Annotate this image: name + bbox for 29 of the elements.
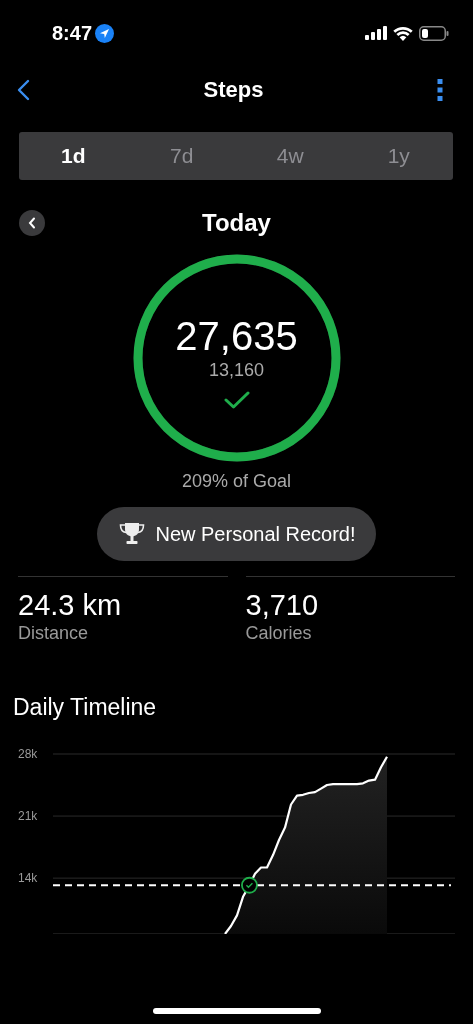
status-time: 8:47 bbox=[52, 21, 93, 45]
screen-title: Steps bbox=[203, 77, 264, 103]
stat-value: 3,710 bbox=[245, 589, 320, 621]
step-goal: 13,160 bbox=[208, 359, 265, 381]
wifi-icon bbox=[393, 25, 413, 41]
period-tab[interactable]: 7d bbox=[127, 132, 236, 180]
axis-tick-label: 21k bbox=[18, 809, 38, 824]
previous-button[interactable] bbox=[19, 210, 45, 236]
goal-percentage: 209% of Goal bbox=[180, 471, 293, 492]
battery-icon bbox=[419, 25, 449, 41]
axis-tick-label: 14k bbox=[18, 871, 38, 886]
section-title: Daily Timeline bbox=[13, 694, 158, 721]
stat-label: Calories bbox=[245, 623, 313, 644]
period-tab[interactable]: 1y bbox=[344, 132, 453, 180]
step-count: 27,635 bbox=[175, 313, 298, 358]
personal-record-button[interactable]: New Personal Record! bbox=[97, 507, 376, 561]
back-icon[interactable] bbox=[16, 79, 30, 101]
stat-label: Distance bbox=[18, 623, 90, 644]
period-tab[interactable]: 1d bbox=[19, 132, 128, 180]
axis-tick-label: 28k bbox=[18, 747, 38, 761]
signal-icon bbox=[365, 26, 387, 40]
chevron-left-icon bbox=[28, 217, 36, 229]
more-icon[interactable] bbox=[437, 79, 443, 101]
period-title: Today bbox=[202, 209, 271, 237]
goal-reached-marker bbox=[241, 876, 258, 894]
trophy-icon bbox=[119, 522, 146, 546]
location-icon bbox=[95, 23, 115, 43]
period-tab[interactable]: 4w bbox=[236, 132, 345, 180]
stat-value: 24.3 km bbox=[18, 589, 123, 621]
